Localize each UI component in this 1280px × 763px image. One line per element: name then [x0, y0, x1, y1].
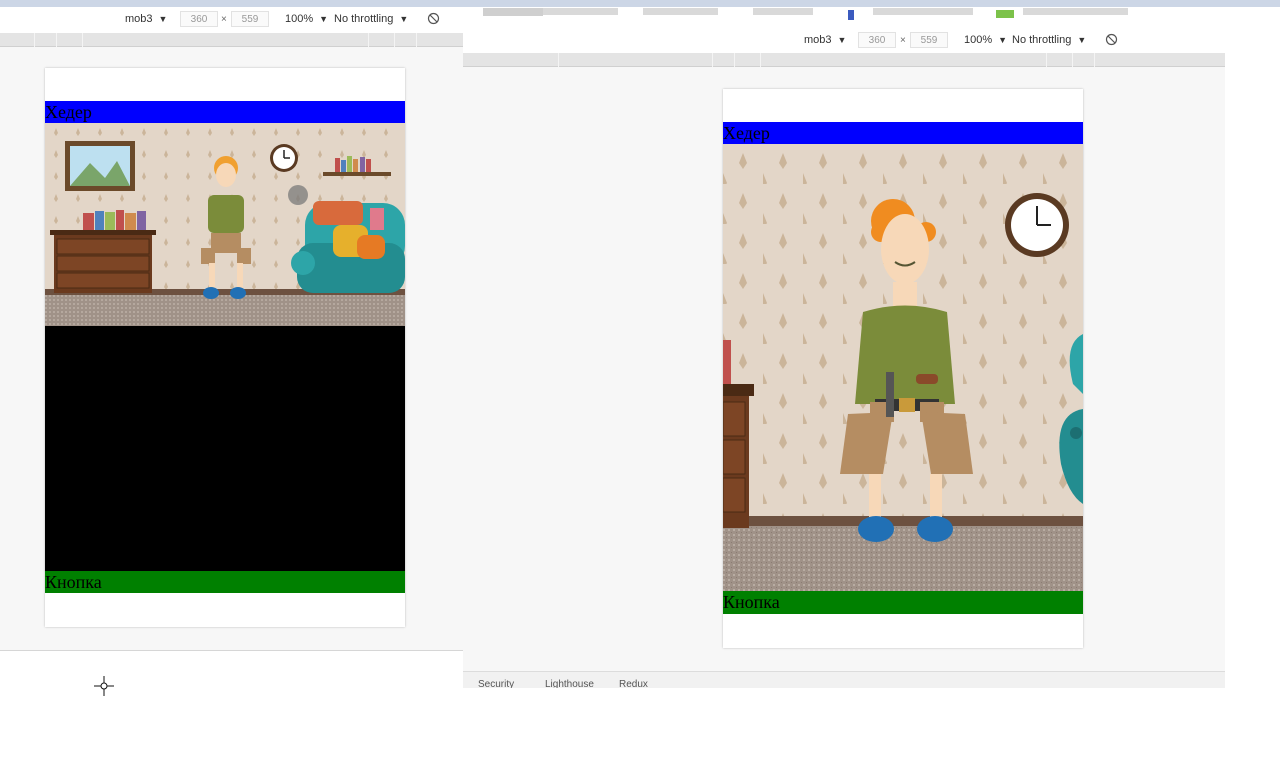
- wall-clock: [1005, 193, 1069, 257]
- wall-clock: [270, 144, 298, 172]
- zoom-value: 100%: [285, 13, 314, 25]
- throttling-value: No throttling: [1012, 34, 1072, 46]
- right-device-frame: Хедер Кнопка: [723, 89, 1083, 648]
- header-bar: Хедер: [723, 122, 1083, 144]
- dropdown-arrow-icon: ▼: [837, 35, 847, 45]
- height-input[interactable]: 559: [231, 11, 269, 27]
- header-bar: Хедер: [45, 101, 405, 123]
- device-select[interactable]: mob3 ▼: [125, 13, 167, 25]
- device-name: mob3: [125, 13, 153, 25]
- tab-redux[interactable]: Redux: [619, 679, 648, 688]
- zoom-select[interactable]: 100% ▼: [285, 13, 328, 25]
- throttling-select[interactable]: No throttling ▼: [1012, 34, 1086, 46]
- tab-lighthouse[interactable]: Lighthouse: [545, 679, 594, 688]
- zoom-value: 100%: [964, 34, 993, 46]
- sofa: [291, 201, 405, 293]
- black-canvas-area: [45, 326, 405, 571]
- right-media-query-bar[interactable]: [463, 53, 1225, 67]
- painting: [65, 141, 135, 191]
- left-device-frame: Хедер Кнопка: [45, 68, 405, 627]
- tab-security[interactable]: Security: [478, 679, 514, 688]
- times-icon: ×: [900, 34, 906, 46]
- device-select[interactable]: mob3 ▼: [804, 34, 846, 46]
- rotate-icon[interactable]: [427, 12, 440, 25]
- action-button[interactable]: Кнопка: [723, 591, 1083, 614]
- times-icon: ×: [221, 13, 227, 25]
- game-scene: [45, 123, 405, 326]
- carpet: [45, 295, 405, 326]
- left-media-query-bar[interactable]: [0, 33, 463, 47]
- dropdown-arrow-icon: ▼: [319, 14, 329, 24]
- dropdown-arrow-icon: ▼: [1077, 35, 1087, 45]
- window-top-border: [0, 0, 1280, 7]
- device-name: mob3: [804, 34, 832, 46]
- action-button[interactable]: Кнопка: [45, 571, 405, 593]
- divider: [0, 650, 463, 651]
- touch-indicator: [288, 185, 308, 205]
- width-input[interactable]: 360: [858, 32, 896, 48]
- game-scene: [723, 144, 1083, 591]
- rotate-icon[interactable]: [1105, 33, 1118, 46]
- left-device-toolbar: mob3 ▼ 360 × 559 100% ▼ No throttling ▼: [0, 8, 463, 30]
- dropdown-arrow-icon: ▼: [998, 35, 1008, 45]
- carpet: [723, 526, 1083, 591]
- browser-tabs-strip: [463, 8, 1225, 29]
- width-input[interactable]: 360: [180, 11, 218, 27]
- height-input[interactable]: 559: [910, 32, 948, 48]
- baseboard: [723, 516, 1083, 526]
- throttling-value: No throttling: [334, 13, 394, 25]
- throttling-select[interactable]: No throttling ▼: [334, 13, 408, 25]
- crosshair-cursor-icon: [94, 676, 114, 696]
- zoom-select[interactable]: 100% ▼: [964, 34, 1007, 46]
- devtools-bottom-tabs: Security Lighthouse Redux: [463, 671, 1225, 688]
- right-device-toolbar: mob3 ▼ 360 × 559 100% ▼ No throttling ▼: [463, 29, 1225, 51]
- dropdown-arrow-icon: ▼: [158, 14, 168, 24]
- dropdown-arrow-icon: ▼: [399, 14, 409, 24]
